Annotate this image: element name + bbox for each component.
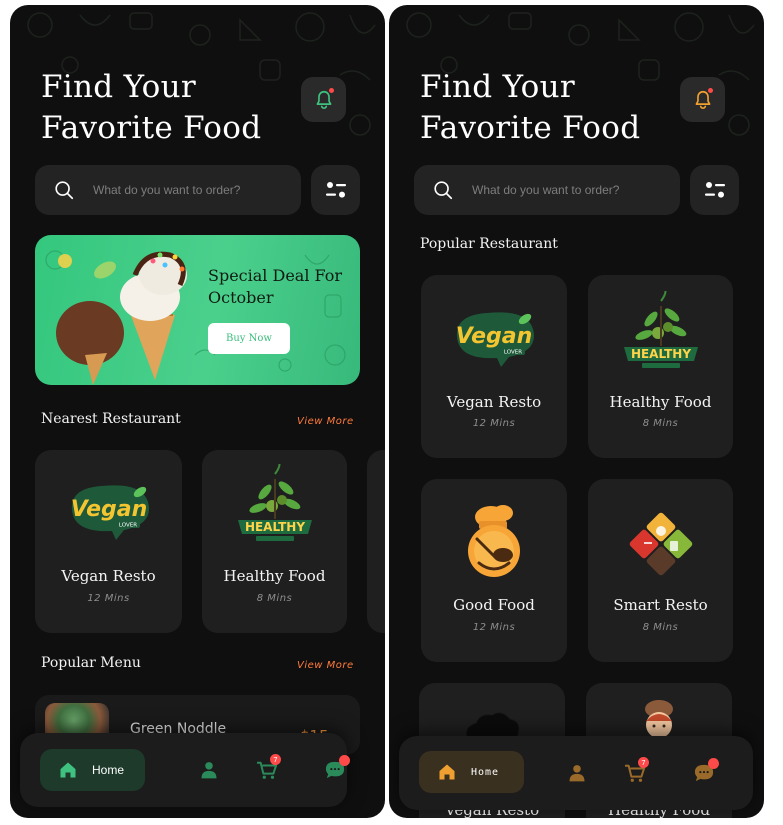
filter-button[interactable] xyxy=(690,165,739,215)
popular-menu-title: Popular Menu xyxy=(41,655,141,671)
svg-text:Vegan: Vegan xyxy=(70,497,147,522)
page-title: Find Your Favorite Food xyxy=(41,69,262,146)
healthy-logo: HEALTHY xyxy=(623,291,698,368)
restaurant-name: Smart Resto xyxy=(613,596,708,614)
profile-icon xyxy=(201,762,217,779)
popular-restaurant-title: Popular Restaurant xyxy=(420,236,558,252)
promo-banner[interactable]: Special Deal For October Buy Now xyxy=(35,235,360,385)
nav-chat-tab[interactable] xyxy=(324,755,350,781)
search-bar[interactable] xyxy=(35,165,301,215)
notification-dot xyxy=(328,87,335,94)
chat-notification-dot xyxy=(708,758,719,769)
restaurant-card[interactable]: Vegan LOVER Vegan Resto 12 Mins xyxy=(35,450,182,633)
nav-profile-tab[interactable] xyxy=(198,759,220,781)
delivery-time: 12 Mins xyxy=(472,418,516,429)
search-input[interactable] xyxy=(93,183,293,197)
nav-chat-tab[interactable] xyxy=(693,758,719,784)
delivery-time: 8 Mins xyxy=(642,622,679,633)
filter-icon xyxy=(704,182,725,198)
search-bar[interactable] xyxy=(414,165,680,215)
notification-button[interactable] xyxy=(301,77,346,122)
smart-resto-logo xyxy=(629,512,692,576)
view-more-nearest-link[interactable]: View More xyxy=(297,416,354,427)
restaurant-name: Vegan Resto xyxy=(446,393,542,411)
buy-now-button[interactable]: Buy Now xyxy=(208,323,290,354)
ice-cream-image xyxy=(45,250,346,385)
restaurant-name: Healthy Food xyxy=(609,393,712,411)
delivery-time: 12 Mins xyxy=(472,622,516,633)
home-icon xyxy=(60,762,76,778)
promo-title: Special Deal For October xyxy=(208,266,343,307)
delivery-time: 12 Mins xyxy=(87,593,130,604)
notification-dot xyxy=(707,87,714,94)
restaurant-name: Good Food xyxy=(453,596,535,614)
filter-icon xyxy=(325,182,346,198)
restaurant-card-partial[interactable] xyxy=(367,450,385,633)
svg-text:LOVER: LOVER xyxy=(504,350,522,356)
vegan-lover-logo: Vegan LOVER xyxy=(456,312,534,367)
nav-cart-tab[interactable]: 7 xyxy=(256,754,281,781)
restaurant-card[interactable]: HEALTHY Healthy Food 8 Mins xyxy=(202,450,347,633)
delivery-time: 8 Mins xyxy=(256,593,293,604)
phone-screen-popular: Find Your Favorite Food Popular Restaura… xyxy=(389,5,764,818)
nav-home-label: Home xyxy=(92,763,125,777)
profile-icon xyxy=(569,765,585,782)
chef-logo xyxy=(468,505,520,577)
nav-home-label: Home xyxy=(471,766,500,778)
restaurant-card[interactable]: Smart Resto 8 Mins xyxy=(588,479,733,662)
nav-home-tab[interactable]: Home xyxy=(40,749,145,791)
search-icon xyxy=(55,181,74,200)
search-icon xyxy=(434,181,453,200)
nav-cart-tab[interactable]: 7 xyxy=(624,757,649,784)
svg-text:HEALTHY: HEALTHY xyxy=(630,347,690,361)
page-title: Find Your Favorite Food xyxy=(420,69,641,146)
nav-home-tab[interactable]: Home xyxy=(419,751,524,793)
phone-screen-home: Find Your Favorite Food What do you want… xyxy=(10,5,385,818)
cart-count-badge: 7 xyxy=(270,754,281,765)
bottom-navigation: Home 7 xyxy=(399,736,753,810)
restaurant-name: Vegan Resto xyxy=(61,567,156,585)
nearest-restaurant-title: Nearest Restaurant xyxy=(41,411,181,427)
bottom-navigation: Home 7 xyxy=(20,733,350,807)
vegan-lover-logo: Vegan LOVER xyxy=(70,485,149,540)
restaurant-name: Healthy Food xyxy=(223,567,326,585)
filter-button[interactable] xyxy=(311,165,360,215)
restaurant-card[interactable]: HEALTHY Healthy Food 8 Mins xyxy=(588,275,733,458)
delivery-time: 8 Mins xyxy=(642,418,679,429)
svg-text:LOVER: LOVER xyxy=(118,523,136,529)
healthy-logo: HEALTHY xyxy=(237,464,312,541)
nav-profile-tab[interactable] xyxy=(566,762,588,784)
svg-text:HEALTHY: HEALTHY xyxy=(244,520,304,534)
cart-count-badge: 7 xyxy=(638,757,649,768)
home-icon xyxy=(439,764,455,780)
restaurant-card[interactable]: Vegan LOVER Vegan Resto 12 Mins xyxy=(421,275,567,458)
restaurant-card[interactable]: Good Food 12 Mins xyxy=(421,479,567,662)
chat-notification-dot xyxy=(339,755,350,766)
notification-button[interactable] xyxy=(680,77,725,122)
search-input[interactable] xyxy=(472,183,672,197)
svg-text:Vegan: Vegan xyxy=(456,324,533,349)
view-more-menu-link[interactable]: View More xyxy=(297,660,354,671)
